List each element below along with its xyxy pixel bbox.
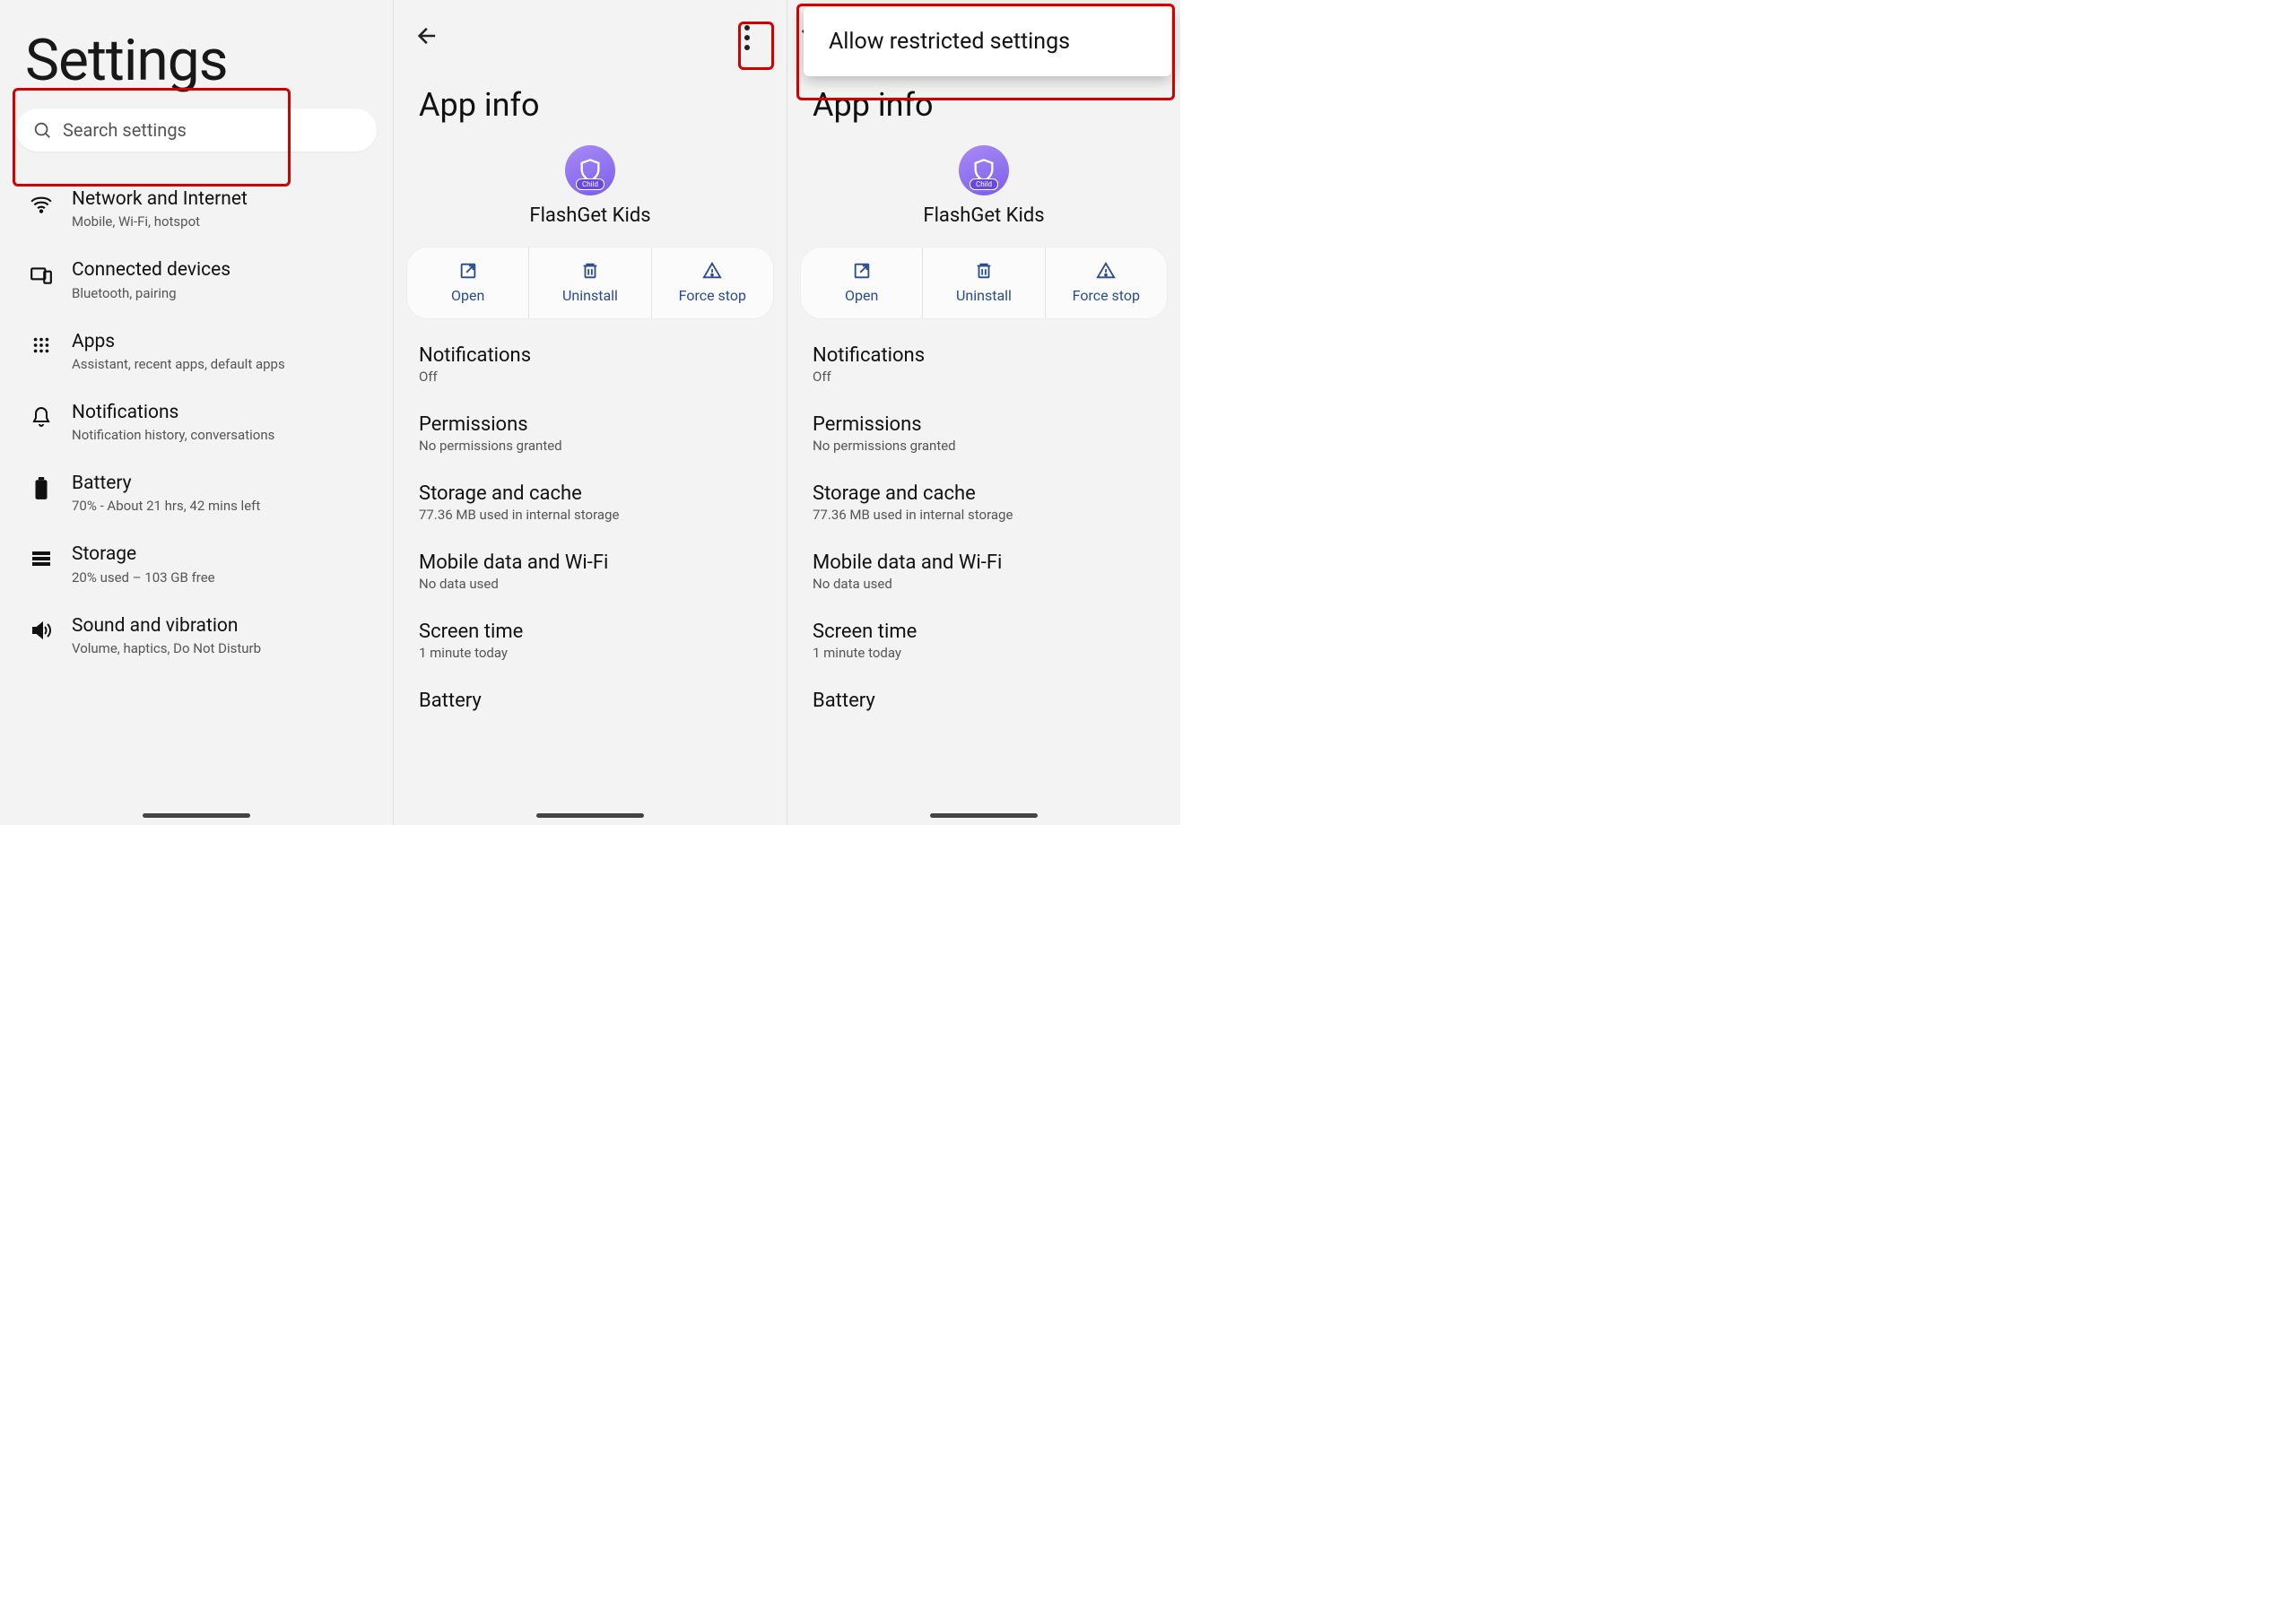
app-name: FlashGet Kids (394, 204, 787, 227)
child-badge: Child (576, 178, 604, 190)
settings-item-connected-devices[interactable]: Connected devicesBluetooth, pairing (0, 244, 393, 315)
back-button[interactable] (415, 23, 440, 52)
uninstall-button[interactable]: Uninstall (922, 247, 1044, 318)
apps-icon (31, 335, 51, 355)
allow-restricted-settings-menu-item[interactable]: Allow restricted settings (804, 7, 1171, 76)
option-notifications[interactable]: NotificationsOff (419, 330, 761, 399)
settings-item-battery[interactable]: Battery70% - About 21 hrs, 42 mins left (0, 457, 393, 528)
overflow-menu-button[interactable] (729, 20, 765, 56)
search-icon (32, 120, 52, 140)
trash-icon (580, 261, 600, 281)
option-permissions[interactable]: PermissionsNo permissions granted (813, 399, 1155, 468)
gesture-bar (143, 813, 250, 818)
app-info-pane: App info Child FlashGet Kids Open Uninst… (393, 0, 787, 825)
uninstall-button[interactable]: Uninstall (528, 247, 650, 318)
app-name: FlashGet Kids (787, 204, 1180, 227)
search-placeholder: Search settings (63, 119, 187, 141)
option-battery[interactable]: Battery (419, 675, 761, 726)
option-mobile-data[interactable]: Mobile data and Wi-FiNo data used (419, 537, 761, 606)
battery-icon (34, 477, 48, 500)
settings-item-sound[interactable]: Sound and vibrationVolume, haptics, Do N… (0, 600, 393, 671)
settings-list: Network and InternetMobile, Wi-Fi, hotsp… (0, 169, 393, 674)
open-icon (458, 261, 478, 281)
search-settings-field[interactable]: Search settings (16, 109, 377, 152)
app-info-pane-menu-open: Allow restricted settings App info Child… (787, 0, 1180, 825)
trash-icon (974, 261, 994, 281)
wifi-icon (30, 193, 53, 216)
settings-item-storage[interactable]: Storage20% used – 103 GB free (0, 528, 393, 599)
option-storage[interactable]: Storage and cache77.36 MB used in intern… (419, 468, 761, 537)
settings-pane: Settings Search settings Network and Int… (0, 0, 393, 825)
open-button[interactable]: Open (801, 247, 922, 318)
devices-icon (30, 264, 53, 287)
option-mobile-data[interactable]: Mobile data and Wi-FiNo data used (813, 537, 1155, 606)
app-info-title: App info (394, 57, 787, 138)
option-battery[interactable]: Battery (813, 675, 1155, 726)
force-stop-button[interactable]: Force stop (1045, 247, 1167, 318)
open-button[interactable]: Open (407, 247, 528, 318)
settings-item-network[interactable]: Network and InternetMobile, Wi-Fi, hotsp… (0, 173, 393, 244)
open-icon (852, 261, 872, 281)
child-badge: Child (970, 178, 998, 190)
storage-icon (30, 548, 52, 569)
volume-icon (30, 620, 52, 641)
option-permissions[interactable]: PermissionsNo permissions granted (419, 399, 761, 468)
option-notifications[interactable]: NotificationsOff (813, 330, 1155, 399)
bell-icon (30, 406, 52, 428)
option-screen-time[interactable]: Screen time1 minute today (813, 606, 1155, 675)
gesture-bar (930, 813, 1038, 818)
app-icon: Child (565, 145, 615, 195)
app-icon: Child (959, 145, 1009, 195)
warning-icon (702, 261, 722, 281)
settings-item-apps[interactable]: AppsAssistant, recent apps, default apps (0, 316, 393, 386)
option-storage[interactable]: Storage and cache77.36 MB used in intern… (813, 468, 1155, 537)
settings-title: Settings (0, 0, 393, 101)
settings-item-notifications[interactable]: NotificationsNotification history, conve… (0, 386, 393, 457)
gesture-bar (536, 813, 644, 818)
warning-icon (1096, 261, 1116, 281)
force-stop-button[interactable]: Force stop (651, 247, 773, 318)
option-screen-time[interactable]: Screen time1 minute today (419, 606, 761, 675)
